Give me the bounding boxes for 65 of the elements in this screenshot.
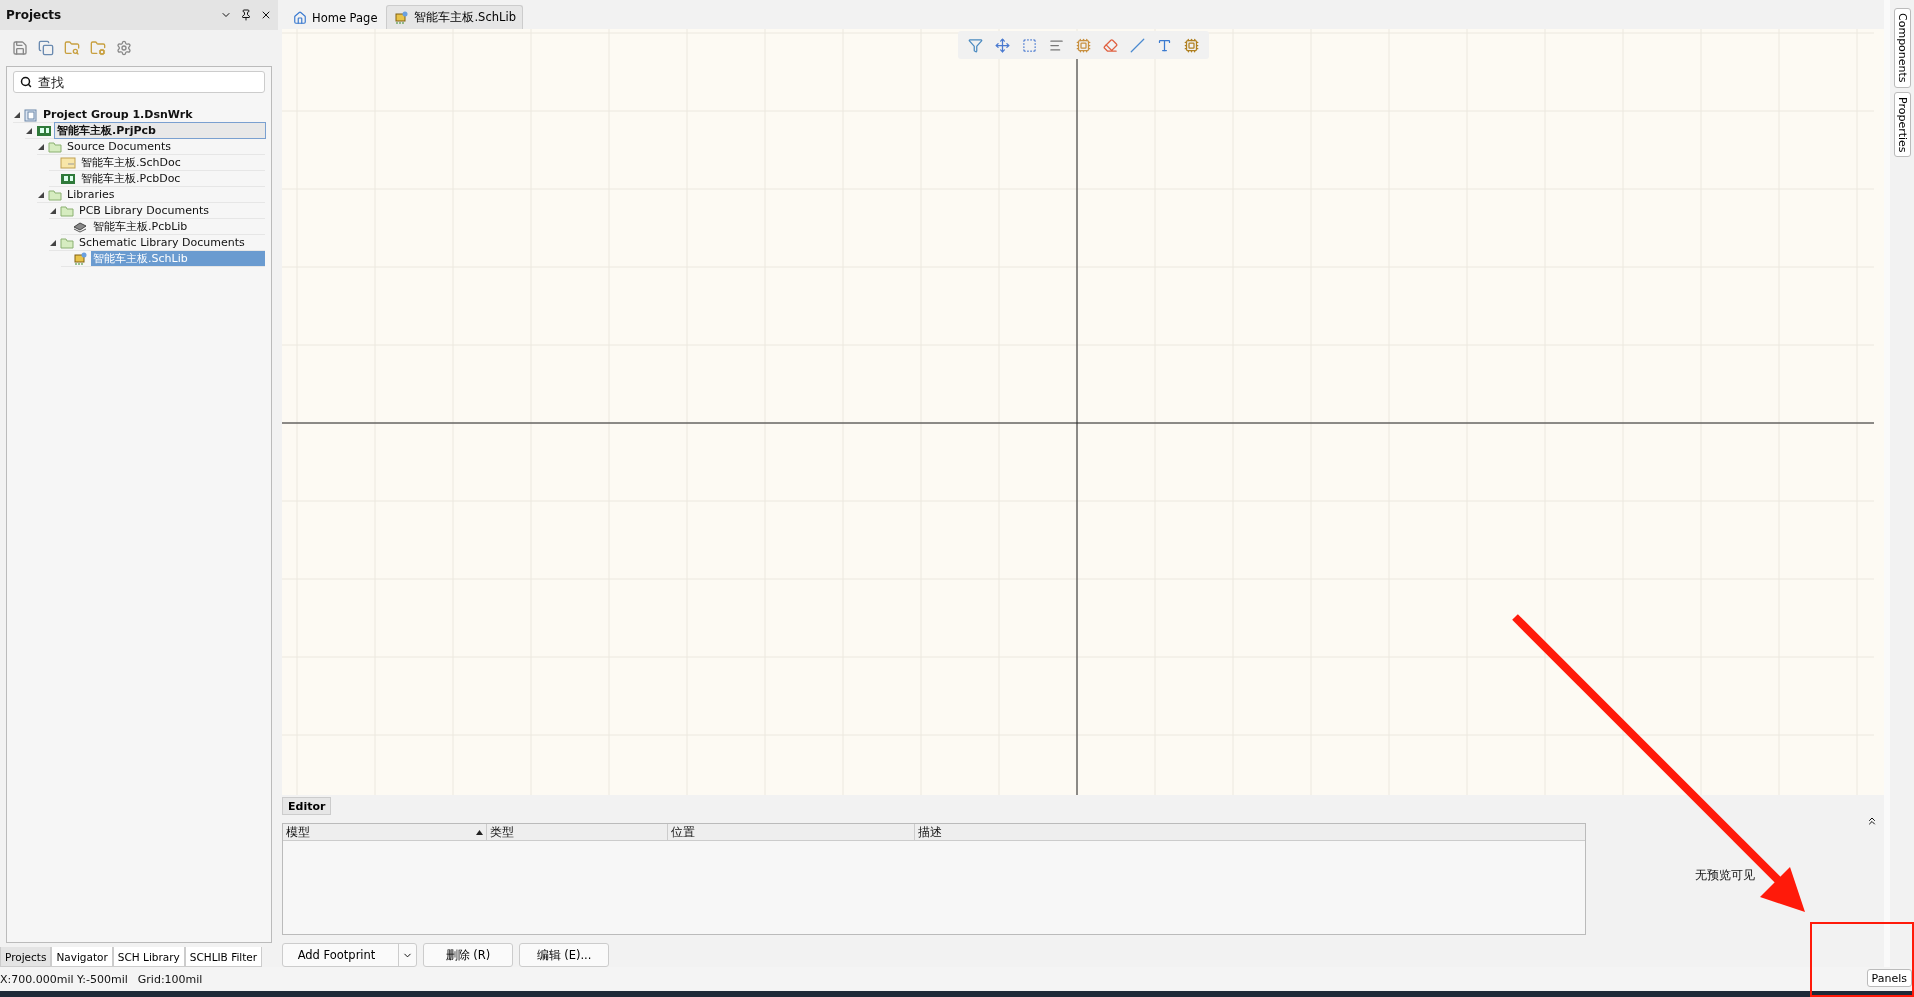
component-library-icon	[393, 10, 410, 25]
component-library-icon	[72, 251, 88, 266]
side-panel-tab[interactable]: Properties	[1893, 91, 1911, 158]
action-button[interactable]: 删除 (R)	[423, 943, 513, 967]
text-tool-icon[interactable]	[1157, 37, 1172, 53]
folder-search-icon[interactable]	[64, 40, 80, 56]
close-icon[interactable]	[260, 9, 272, 21]
expanded-arrow-icon[interactable]	[26, 127, 32, 134]
panel-title: Projects	[6, 8, 63, 22]
document-tab[interactable]: Home Page	[286, 5, 385, 29]
tree-item[interactable]: 智能车主板.SchDoc	[79, 155, 265, 170]
panel-tab[interactable]: SCH Library	[112, 947, 185, 967]
save-icon[interactable]	[12, 40, 28, 56]
tree-item[interactable]: Source Documents	[65, 140, 265, 153]
search-icon	[20, 76, 32, 88]
folder-icon	[60, 204, 74, 217]
expanded-arrow-icon[interactable]	[14, 111, 20, 118]
tree-item[interactable]: Project Group 1.DsnWrk	[41, 108, 265, 121]
cursor-position: X:700.000mil Y:-500mil	[0, 972, 128, 986]
schematic-document-icon	[60, 156, 76, 169]
panels-button[interactable]: Panels	[1866, 969, 1912, 987]
settings-icon[interactable]	[116, 40, 132, 56]
eraser-icon[interactable]	[1103, 37, 1118, 53]
column-header[interactable]: 模型	[283, 824, 486, 841]
filter-icon[interactable]	[968, 37, 983, 53]
folder-icon	[60, 236, 74, 249]
document-tab[interactable]: 智能车主板.SchLib	[386, 5, 523, 29]
chip-stack-icon	[72, 220, 88, 233]
expanded-arrow-icon[interactable]	[50, 239, 56, 246]
selection-icon[interactable]	[1022, 37, 1037, 53]
move-icon[interactable]	[995, 37, 1010, 53]
add-footprint-button[interactable]: Add Footprint	[282, 943, 417, 967]
documents-icon[interactable]	[38, 40, 54, 56]
tree-item[interactable]: 智能车主板.PcbLib	[91, 219, 265, 234]
folder-icon	[48, 140, 62, 153]
folder-icon	[48, 188, 62, 201]
column-header[interactable]: 位置	[667, 824, 914, 841]
collapse-icon[interactable]	[1866, 815, 1878, 827]
tree-item[interactable]: Libraries	[65, 188, 265, 201]
expanded-arrow-icon[interactable]	[50, 207, 56, 214]
preview-message: 无预览可见	[1695, 866, 1755, 884]
component-icon[interactable]	[1184, 37, 1199, 53]
side-panel-tab[interactable]: Components	[1893, 8, 1911, 88]
circuit-board-icon	[60, 172, 76, 185]
search-field[interactable]: 查找	[13, 71, 265, 93]
align-icon[interactable]	[1049, 37, 1064, 53]
panel-tab[interactable]: Projects	[0, 947, 52, 967]
tree-item[interactable]: 智能车主板.PcbDoc	[79, 171, 265, 186]
editor-tab[interactable]: Editor	[282, 797, 332, 815]
panel-tab[interactable]: SCHLIB Filter	[184, 947, 263, 967]
folder-gear-icon[interactable]	[90, 40, 106, 56]
tree-item[interactable]: 智能车主板.PrjPcb	[55, 123, 265, 138]
grid-size: Grid:100mil	[137, 972, 203, 986]
expanded-arrow-icon[interactable]	[38, 143, 44, 150]
column-header[interactable]: 类型	[486, 824, 667, 841]
pin-icon[interactable]	[240, 9, 252, 21]
tree-item[interactable]: Schematic Library Documents	[77, 236, 265, 249]
action-button[interactable]: 编辑 (E)...	[519, 943, 609, 967]
panel-tab[interactable]: Navigator	[51, 947, 113, 967]
home-icon	[293, 10, 307, 25]
expanded-arrow-icon[interactable]	[38, 191, 44, 198]
line-icon[interactable]	[1130, 37, 1145, 53]
circuit-board-icon	[36, 124, 52, 137]
tree-item[interactable]: PCB Library Documents	[77, 204, 265, 217]
column-header[interactable]: 描述	[914, 824, 1585, 841]
